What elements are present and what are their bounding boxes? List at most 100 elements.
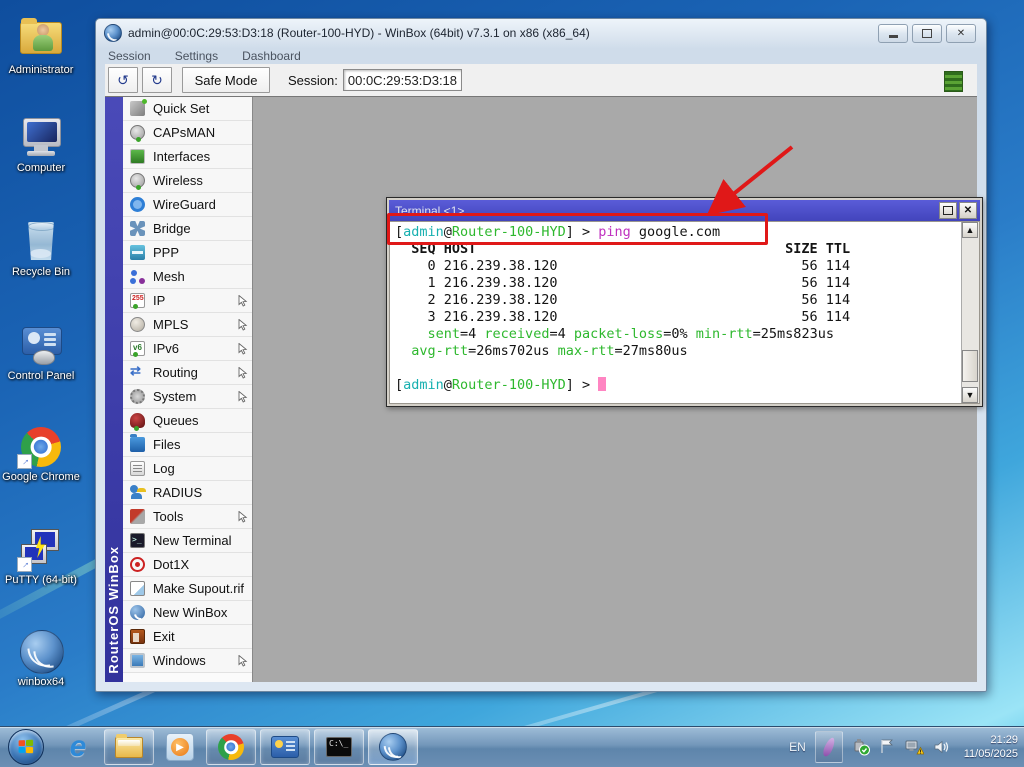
files-icon	[130, 437, 145, 452]
taskbar-winbox[interactable]	[368, 729, 418, 765]
sidebar-item-files[interactable]: Files	[123, 433, 252, 457]
menu-dashboard[interactable]: Dashboard	[242, 49, 301, 63]
taskbar-clock[interactable]: 21:29 11/05/2025	[964, 733, 1018, 761]
shortcut-arrow-icon: →	[17, 454, 32, 469]
submenu-arrow-icon	[238, 367, 248, 379]
scroll-up-arrow[interactable]: ▲	[962, 222, 978, 238]
sidebar-item-log[interactable]: Log	[123, 457, 252, 481]
taskbar-command-prompt[interactable]: C:\_	[314, 729, 364, 765]
desktop-icon-label: Control Panel	[2, 370, 80, 383]
ping-stats-line-1: sent=4 received=4 packet-loss=0% min-rtt…	[395, 326, 959, 343]
terminal-close-button[interactable]: ✕	[959, 202, 977, 219]
radius-icon	[130, 485, 145, 500]
desktop-icon-putty[interactable]: → PuTTY (64-bit)	[2, 528, 80, 587]
submenu-arrow-icon	[238, 343, 248, 355]
command-prompt-icon: C:\_	[326, 737, 352, 757]
window-titlebar[interactable]: admin@00:0C:29:53:D3:18 (Router-100-HYD)…	[96, 19, 986, 47]
sidebar-item-new-winbox[interactable]: New WinBox	[123, 601, 252, 625]
sidebar-item-routing[interactable]: Routing	[123, 361, 252, 385]
submenu-arrow-icon	[238, 295, 248, 307]
terminal-scrollbar[interactable]: ▲ ▼	[961, 222, 979, 403]
sidebar-item-wireguard[interactable]: WireGuard	[123, 193, 252, 217]
menu-session[interactable]: Session	[108, 49, 151, 63]
sidebar-item-queues[interactable]: Queues	[123, 409, 252, 433]
recycle-bin-icon	[17, 220, 65, 264]
sidebar-item-windows[interactable]: Windows	[123, 649, 252, 673]
start-button[interactable]	[8, 729, 44, 765]
close-button[interactable]: ✕	[946, 24, 976, 43]
ping-result-row: 3 216.239.38.120 56 114	[395, 309, 959, 326]
submenu-arrow-icon	[238, 655, 248, 667]
network-status-icon[interactable]	[904, 738, 924, 756]
sidebar-item-interfaces[interactable]: Interfaces	[123, 145, 252, 169]
sidebar-item-make-supout[interactable]: Make Supout.rif	[123, 577, 252, 601]
maximize-button[interactable]	[912, 24, 942, 43]
undo-button[interactable]: ↺	[108, 67, 138, 93]
volume-speaker-icon[interactable]	[933, 738, 951, 756]
desktop-icon-winbox64[interactable]: winbox64	[2, 630, 80, 689]
desktop-icon-google-chrome[interactable]: → Google Chrome	[2, 425, 80, 484]
taskbar-media-player[interactable]: ▶	[156, 730, 204, 764]
safe-mode-button[interactable]: Safe Mode	[182, 67, 270, 93]
terminal-current-prompt: [admin@Router-100-HYD] >	[395, 377, 959, 394]
session-value-field[interactable]: 00:0C:29:53:D3:18	[343, 69, 462, 91]
window-title: admin@00:0C:29:53:D3:18 (Router-100-HYD)…	[128, 26, 590, 40]
desktop-icon-control-panel[interactable]: Control Panel	[2, 324, 80, 383]
sidebar-item-dot1x[interactable]: Dot1X	[123, 553, 252, 577]
chrome-icon	[218, 734, 244, 760]
ppp-icon	[130, 245, 145, 260]
sidebar-item-capsman[interactable]: CAPsMAN	[123, 121, 252, 145]
sidebar-item-radius[interactable]: RADIUS	[123, 481, 252, 505]
desktop-icon-label: winbox64	[2, 676, 80, 689]
vmware-tools-tray-button[interactable]	[815, 731, 843, 763]
log-icon	[130, 461, 145, 476]
taskbar-internet-explorer[interactable]: e	[54, 730, 102, 764]
terminal-body[interactable]: [admin@Router-100-HYD] > ping google.com…	[389, 221, 980, 404]
desktop-icon-recycle-bin[interactable]: Recycle Bin	[2, 220, 80, 279]
ping-result-row: 1 216.239.38.120 56 114	[395, 275, 959, 292]
terminal-maximize-button[interactable]	[939, 202, 957, 219]
scrollbar-thumb[interactable]	[962, 350, 978, 382]
sidebar-item-quick-set[interactable]: Quick Set	[123, 97, 252, 121]
brand-vertical-text: RouterOS WinBox	[106, 546, 122, 674]
quick-set-icon	[130, 101, 145, 116]
scroll-down-arrow[interactable]: ▼	[962, 387, 978, 403]
sidebar-item-mpls[interactable]: MPLS	[123, 313, 252, 337]
taskbar-explorer[interactable]	[104, 729, 154, 765]
desktop-icon-label: Computer	[2, 162, 80, 175]
taskbar-chrome[interactable]	[206, 729, 256, 765]
action-center-flag-icon[interactable]	[879, 738, 895, 756]
sidebar-item-new-terminal[interactable]: New Terminal	[123, 529, 252, 553]
sidebar-item-ip[interactable]: IP	[123, 289, 252, 313]
connection-indicator	[944, 71, 963, 92]
redo-button[interactable]: ↻	[142, 67, 172, 93]
usb-device-tray-icon[interactable]	[852, 738, 870, 756]
desktop-icon-administrator[interactable]: Administrator	[2, 18, 80, 77]
putty-icon: →	[17, 528, 65, 572]
brand-strip: RouterOS WinBox	[105, 97, 123, 682]
sidebar-item-ppp[interactable]: PPP	[123, 241, 252, 265]
interfaces-icon	[130, 149, 145, 164]
sidebar-item-system[interactable]: System	[123, 385, 252, 409]
sidebar-item-ipv6[interactable]: IPv6	[123, 337, 252, 361]
desktop-icon-label: Google Chrome	[2, 471, 80, 484]
system-icon	[130, 389, 145, 404]
menu-settings[interactable]: Settings	[175, 49, 218, 63]
capsman-icon	[130, 125, 145, 140]
bridge-icon	[130, 221, 145, 236]
sidebar-item-tools[interactable]: Tools	[123, 505, 252, 529]
winbox-window: admin@00:0C:29:53:D3:18 (Router-100-HYD)…	[95, 18, 987, 692]
taskbar-control-panel[interactable]	[260, 729, 310, 765]
desktop-icon-label: Recycle Bin	[2, 266, 80, 279]
sidebar-item-exit[interactable]: Exit	[123, 625, 252, 649]
sidebar-item-wireless[interactable]: Wireless	[123, 169, 252, 193]
sidebar-item-bridge[interactable]: Bridge	[123, 217, 252, 241]
exit-icon	[130, 629, 145, 644]
minimize-button[interactable]	[878, 24, 908, 43]
winbox-sphere-icon	[17, 630, 65, 674]
desktop-icon-computer[interactable]: Computer	[2, 116, 80, 175]
language-indicator[interactable]: EN	[789, 740, 806, 754]
desktop-icon-label: Administrator	[2, 64, 80, 77]
sidebar-item-mesh[interactable]: Mesh	[123, 265, 252, 289]
ping-stats-line-2: avg-rtt=26ms702us max-rtt=27ms80us	[395, 343, 959, 360]
